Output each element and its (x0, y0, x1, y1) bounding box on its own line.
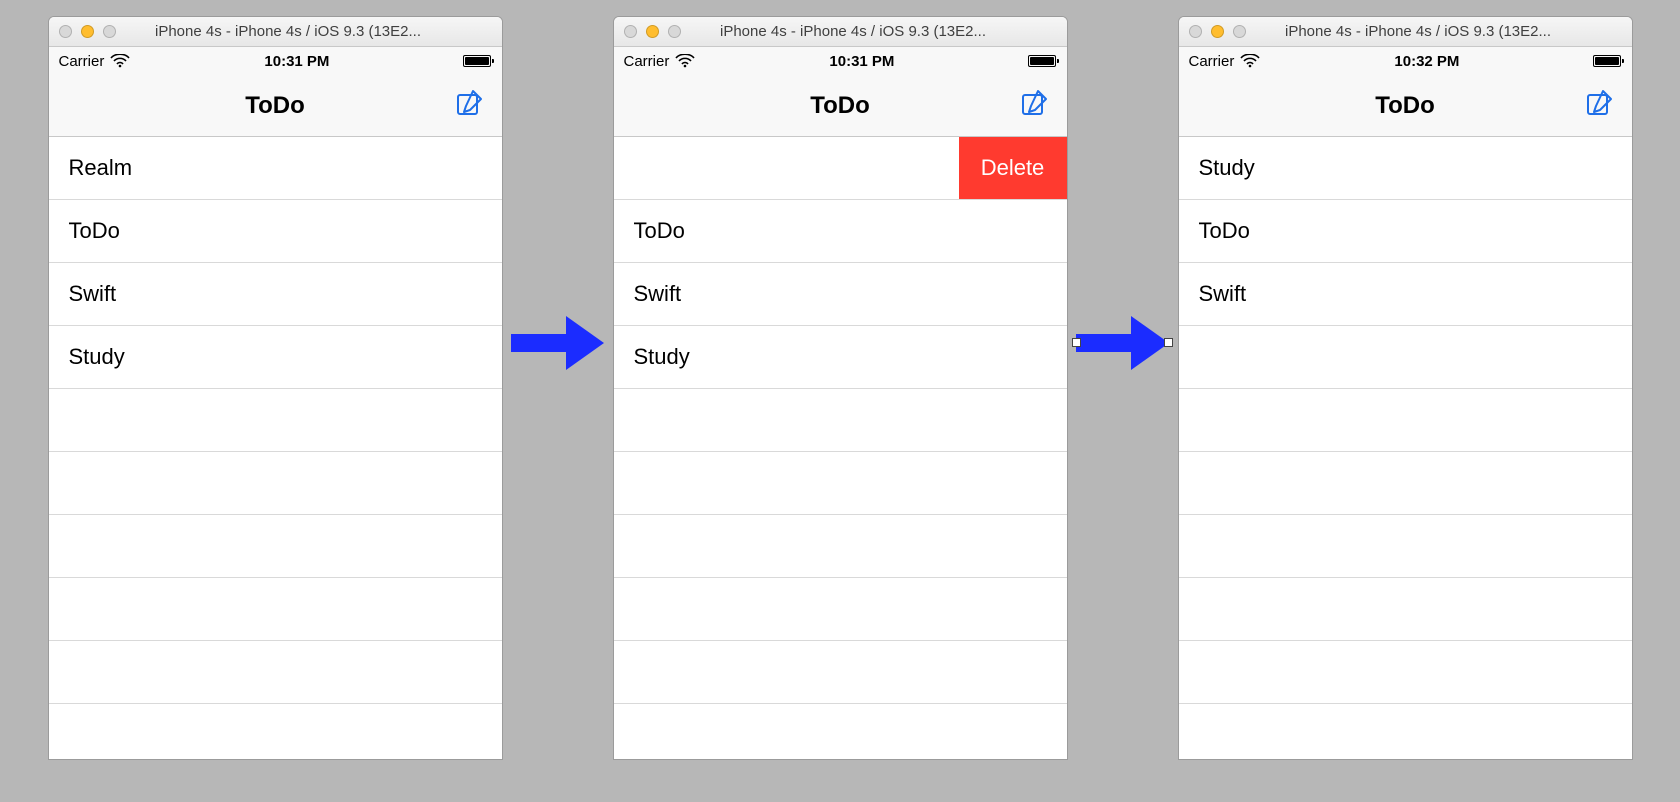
row-label: Study (614, 344, 690, 370)
todo-list[interactable]: Realm ToDo Swift Study (49, 137, 502, 759)
table-row (1179, 326, 1632, 389)
compose-icon (1020, 88, 1050, 123)
mac-window-title: iPhone 4s - iPhone 4s / iOS 9.3 (13E2... (690, 23, 1057, 40)
table-row (614, 578, 1067, 641)
table-row[interactable]: Swift (49, 263, 502, 326)
ios-nav-bar: ToDo (1179, 75, 1632, 137)
row-label: Study (49, 344, 125, 370)
compose-button[interactable] (1582, 88, 1618, 124)
table-row (1179, 389, 1632, 452)
status-left: Carrier (624, 53, 696, 70)
table-row (49, 641, 502, 704)
status-time: 10:32 PM (1394, 53, 1459, 70)
status-carrier: Carrier (624, 53, 670, 70)
table-row[interactable]: ToDo (614, 200, 1067, 263)
simulator-window: iPhone 4s - iPhone 4s / iOS 9.3 (13E2...… (48, 16, 503, 760)
table-row (614, 515, 1067, 578)
row-label: ToDo (49, 218, 120, 244)
ios-status-bar: Carrier 10:31 PM (614, 47, 1067, 75)
table-row[interactable]: Study (614, 326, 1067, 389)
row-label: ToDo (1179, 218, 1250, 244)
simulator-window: iPhone 4s - iPhone 4s / iOS 9.3 (13E2...… (613, 16, 1068, 760)
selection-handle[interactable] (1164, 338, 1173, 347)
traffic-light-zoom[interactable] (103, 25, 116, 38)
traffic-light-zoom[interactable] (1233, 25, 1246, 38)
table-row (1179, 515, 1632, 578)
arrow-right-icon (511, 316, 605, 370)
row-label: Realm (49, 155, 133, 181)
ios-status-bar: Carrier 10:31 PM (49, 47, 502, 75)
traffic-light-zoom[interactable] (668, 25, 681, 38)
table-row (49, 578, 502, 641)
selection-handle[interactable] (1072, 338, 1081, 347)
wifi-icon (1240, 54, 1260, 68)
compose-icon (1585, 88, 1615, 123)
todo-list[interactable]: Study ToDo Swift (1179, 137, 1632, 759)
traffic-light-minimize[interactable] (81, 25, 94, 38)
nav-title: ToDo (245, 92, 305, 120)
arrow-right-icon (1076, 316, 1170, 370)
transition-arrow (511, 316, 605, 370)
todo-list[interactable]: Delete ToDo Swift Study (614, 137, 1067, 759)
traffic-light-minimize[interactable] (646, 25, 659, 38)
table-row (614, 389, 1067, 452)
delete-button[interactable]: Delete (959, 137, 1067, 199)
table-row (1179, 578, 1632, 641)
table-row (49, 389, 502, 452)
status-time: 10:31 PM (829, 53, 894, 70)
row-label: ToDo (614, 218, 685, 244)
compose-button[interactable] (1017, 88, 1053, 124)
row-label: Swift (1179, 281, 1247, 307)
row-label: Study (1179, 155, 1255, 181)
traffic-light-minimize[interactable] (1211, 25, 1224, 38)
compose-icon (455, 88, 485, 123)
table-row[interactable]: Realm (49, 137, 502, 200)
transition-arrow (1076, 316, 1170, 370)
status-left: Carrier (59, 53, 131, 70)
status-carrier: Carrier (59, 53, 105, 70)
table-row (1179, 452, 1632, 515)
compose-button[interactable] (452, 88, 488, 124)
table-row[interactable]: ToDo (1179, 200, 1632, 263)
table-row (614, 641, 1067, 704)
row-label: Swift (49, 281, 117, 307)
table-row (49, 515, 502, 578)
wifi-icon (675, 54, 695, 68)
mac-window-titlebar: iPhone 4s - iPhone 4s / iOS 9.3 (13E2... (1179, 17, 1632, 47)
traffic-light-close[interactable] (1189, 25, 1202, 38)
traffic-light-close[interactable] (624, 25, 637, 38)
table-row[interactable]: Study (1179, 137, 1632, 200)
wifi-icon (110, 54, 130, 68)
ios-nav-bar: ToDo (49, 75, 502, 137)
table-row (1179, 641, 1632, 704)
status-left: Carrier (1189, 53, 1261, 70)
status-time: 10:31 PM (264, 53, 329, 70)
mac-window-titlebar: iPhone 4s - iPhone 4s / iOS 9.3 (13E2... (614, 17, 1067, 47)
nav-title: ToDo (1375, 92, 1435, 120)
status-carrier: Carrier (1189, 53, 1235, 70)
table-row[interactable]: Study (49, 326, 502, 389)
battery-icon (1028, 55, 1056, 67)
table-row[interactable]: Swift (614, 263, 1067, 326)
ios-nav-bar: ToDo (614, 75, 1067, 137)
table-row: Delete (614, 137, 1067, 200)
table-row[interactable]: Swift (1179, 263, 1632, 326)
table-row (614, 452, 1067, 515)
row-label: Swift (614, 281, 682, 307)
mac-window-titlebar: iPhone 4s - iPhone 4s / iOS 9.3 (13E2... (49, 17, 502, 47)
battery-icon (463, 55, 491, 67)
traffic-light-close[interactable] (59, 25, 72, 38)
simulator-window: iPhone 4s - iPhone 4s / iOS 9.3 (13E2...… (1178, 16, 1633, 760)
table-row (49, 452, 502, 515)
mac-window-title: iPhone 4s - iPhone 4s / iOS 9.3 (13E2... (125, 23, 492, 40)
battery-icon (1593, 55, 1621, 67)
ios-status-bar: Carrier 10:32 PM (1179, 47, 1632, 75)
table-row[interactable]: ToDo (49, 200, 502, 263)
mac-window-title: iPhone 4s - iPhone 4s / iOS 9.3 (13E2... (1255, 23, 1622, 40)
nav-title: ToDo (810, 92, 870, 120)
